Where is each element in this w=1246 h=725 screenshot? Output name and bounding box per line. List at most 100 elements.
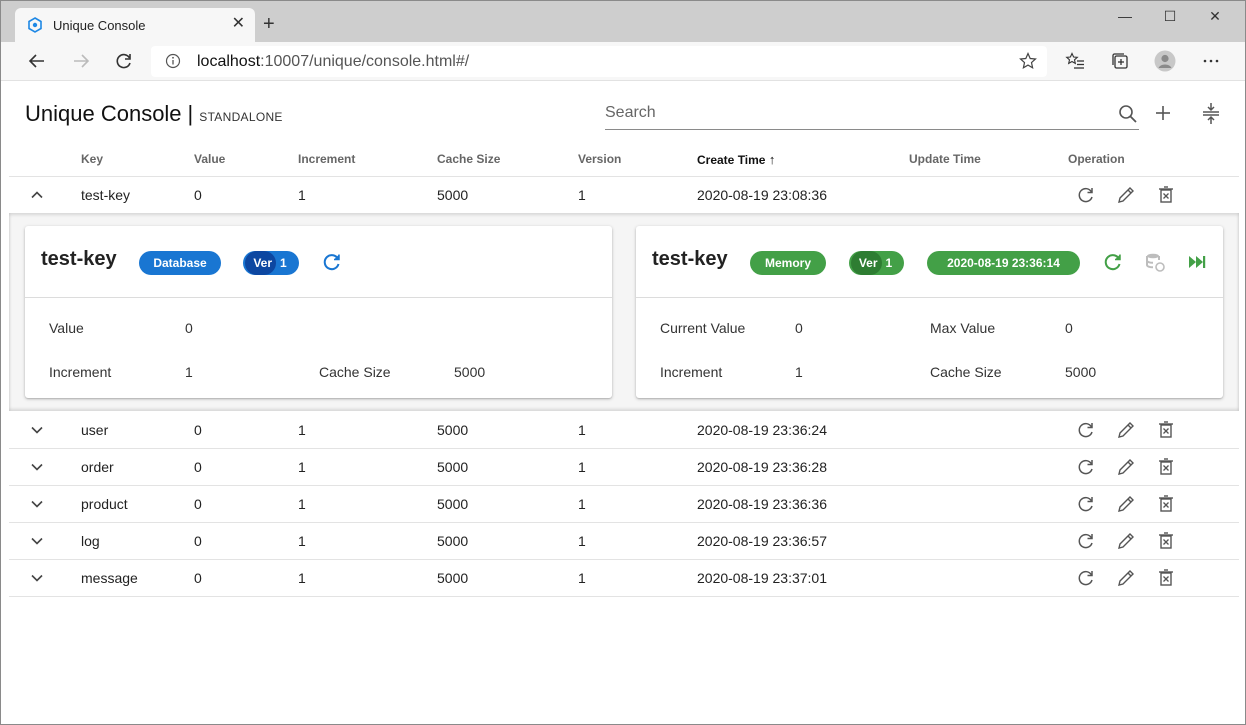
url-host: localhost	[197, 53, 261, 70]
cell-cache-size: 5000	[437, 422, 469, 438]
more-options-icon[interactable]	[1198, 48, 1224, 74]
refresh-icon[interactable]	[1076, 457, 1096, 477]
database-sync-icon[interactable]	[1144, 251, 1166, 273]
skip-next-icon[interactable]	[1186, 251, 1208, 273]
tab-title: Unique Console	[53, 18, 146, 33]
address-bar[interactable]: localhost:10007/unique/console.html#/	[151, 46, 1047, 77]
cell-key: message	[81, 570, 138, 586]
cell-create-time: 2020-08-19 23:36:57	[697, 533, 827, 549]
chevron-up-icon[interactable]	[29, 187, 45, 203]
database-card: test-key Database Ver 1 Value 0 Increment…	[25, 226, 612, 398]
column-header-create-time[interactable]: Create Time ↑	[697, 152, 775, 167]
search-input[interactable]	[605, 101, 1085, 125]
favorite-star-icon[interactable]	[1019, 52, 1037, 70]
table-row[interactable]: log 0 1 5000 1 2020-08-19 23:36:57	[9, 523, 1239, 560]
cell-increment: 1	[298, 570, 306, 586]
search-box	[605, 101, 1139, 130]
table-row[interactable]: product 0 1 5000 1 2020-08-19 23:36:36	[9, 486, 1239, 523]
window-close-icon[interactable]: ✕	[1193, 1, 1237, 31]
refresh-icon[interactable]	[1076, 568, 1096, 588]
edit-pencil-icon[interactable]	[1116, 494, 1136, 514]
app-header: Unique Console | STANDALONE	[25, 101, 283, 127]
database-increment-label: Increment	[49, 364, 112, 380]
cell-create-time: 2020-08-19 23:08:36	[697, 187, 827, 203]
table-row-expanded[interactable]: test-key 0 1 5000 1 2020-08-19 23:08:36	[9, 177, 1239, 214]
maximize-icon[interactable]: ☐	[1148, 1, 1192, 31]
memory-cache-size: 5000	[1065, 364, 1097, 380]
edit-pencil-icon[interactable]	[1116, 457, 1136, 477]
url-path: :10007/unique/console.html#/	[260, 53, 470, 70]
memory-current-value-label: Current Value	[660, 320, 746, 336]
cell-version: 1	[578, 570, 586, 586]
collapse-all-icon[interactable]	[1199, 101, 1223, 125]
memory-increment: 1	[795, 364, 803, 380]
delete-icon[interactable]	[1156, 185, 1176, 205]
chevron-down-icon[interactable]	[29, 533, 45, 549]
memory-ver-label: Ver	[850, 251, 882, 275]
profile-avatar-icon[interactable]	[1152, 48, 1178, 74]
minimize-icon[interactable]: —	[1103, 1, 1147, 31]
table-row[interactable]: order 0 1 5000 1 2020-08-19 23:36:28	[9, 449, 1239, 486]
refresh-icon[interactable]	[1076, 420, 1096, 440]
forward-icon[interactable]	[68, 48, 94, 74]
cell-cache-size: 5000	[437, 496, 469, 512]
table-row[interactable]: message 0 1 5000 1 2020-08-19 23:37:01	[9, 560, 1239, 597]
browser-tab[interactable]: Unique Console ✕	[15, 8, 255, 42]
refresh-icon[interactable]	[1076, 531, 1096, 551]
refresh-icon[interactable]	[1076, 185, 1096, 205]
cell-create-time: 2020-08-19 23:36:28	[697, 459, 827, 475]
column-header-operation: Operation	[1068, 152, 1125, 166]
reload-icon[interactable]	[111, 48, 137, 74]
cell-key: user	[81, 422, 109, 438]
chevron-down-icon[interactable]	[29, 496, 45, 512]
chevron-down-icon[interactable]	[29, 422, 45, 438]
cell-cache-size: 5000	[437, 187, 469, 203]
column-header-update-time[interactable]: Update Time	[909, 152, 981, 166]
search-icon[interactable]	[1117, 103, 1139, 125]
delete-icon[interactable]	[1156, 457, 1176, 477]
delete-icon[interactable]	[1156, 568, 1176, 588]
cell-key: order	[81, 459, 114, 475]
new-tab-icon[interactable]: +	[263, 14, 275, 34]
cell-increment: 1	[298, 496, 306, 512]
cell-create-time: 2020-08-19 23:36:24	[697, 422, 827, 438]
edit-pencil-icon[interactable]	[1116, 531, 1136, 551]
cell-value: 0	[194, 570, 202, 586]
column-header-increment[interactable]: Increment	[298, 152, 355, 166]
cell-version: 1	[578, 533, 586, 549]
column-header-cache-size[interactable]: Cache Size	[437, 152, 500, 166]
add-icon[interactable]	[1151, 101, 1175, 125]
chevron-down-icon[interactable]	[29, 570, 45, 586]
memory-time-chip: 2020-08-19 23:36:14	[927, 251, 1080, 275]
favorites-list-icon[interactable]	[1062, 48, 1088, 74]
back-icon[interactable]	[24, 48, 50, 74]
memory-refresh-icon[interactable]	[1102, 251, 1124, 273]
collections-icon[interactable]	[1107, 48, 1133, 74]
edit-pencil-icon[interactable]	[1116, 185, 1136, 205]
sort-ascending-icon: ↑	[768, 152, 776, 167]
info-icon[interactable]	[165, 53, 181, 69]
edit-pencil-icon[interactable]	[1116, 420, 1136, 440]
table-row[interactable]: user 0 1 5000 1 2020-08-19 23:36:24	[9, 412, 1239, 449]
refresh-icon[interactable]	[1076, 494, 1096, 514]
mode-label: STANDALONE	[199, 110, 283, 124]
database-ver-label: Ver	[245, 251, 276, 275]
tab-close-icon[interactable]: ✕	[232, 16, 245, 32]
cell-increment: 1	[298, 187, 306, 203]
database-value: 0	[185, 320, 193, 336]
delete-icon[interactable]	[1156, 420, 1176, 440]
database-card-key: test-key	[41, 248, 117, 270]
database-refresh-icon[interactable]	[321, 251, 343, 273]
chevron-down-icon[interactable]	[29, 459, 45, 475]
delete-icon[interactable]	[1156, 494, 1176, 514]
cell-increment: 1	[298, 533, 306, 549]
cell-value: 0	[194, 187, 202, 203]
cell-value: 0	[194, 422, 202, 438]
database-cache-size: 5000	[454, 364, 486, 380]
edit-pencil-icon[interactable]	[1116, 568, 1136, 588]
column-header-key[interactable]: Key	[81, 152, 103, 166]
delete-icon[interactable]	[1156, 531, 1176, 551]
column-header-value[interactable]: Value	[194, 152, 225, 166]
memory-chip: Memory	[750, 251, 826, 275]
column-header-version[interactable]: Version	[578, 152, 621, 166]
